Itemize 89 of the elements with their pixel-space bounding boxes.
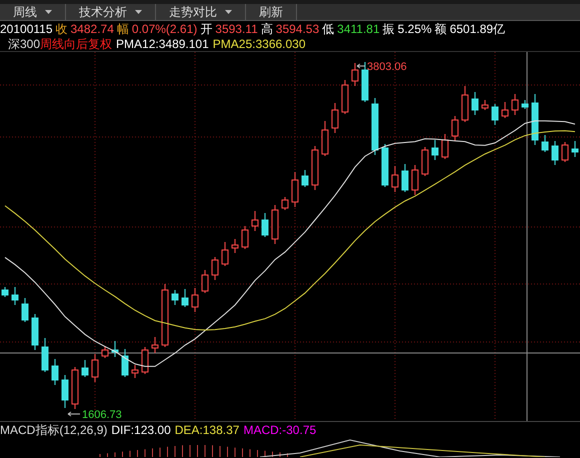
arrow-icon [68,412,80,416]
toolbar-button[interactable]: 走势对比 [156,4,246,20]
toolbar-button[interactable]: 周线 [0,4,66,20]
candlestick [542,134,548,152]
macd-title: MACD指标(12,26,9) [0,424,108,436]
candlestick [12,286,18,306]
candlestick [142,346,148,374]
quote-value: 6501.89亿 [450,23,506,35]
candlestick [322,120,328,156]
candlestick [332,102,338,134]
toolbar-button[interactable]: 刷新 [246,4,297,20]
candlestick [462,86,468,122]
candlestick [252,210,258,232]
candlestick [132,364,138,378]
candlestick [472,92,478,116]
candlestick [242,226,248,250]
candlestick [22,298,28,322]
candlestick [172,290,178,306]
quote-value: 3411.81 [337,23,380,35]
candlestick [392,166,398,192]
candlestick [212,256,218,280]
candlestick [352,62,358,86]
candlestick [162,284,168,348]
candlestick [442,134,448,160]
arrow-icon [356,64,366,68]
candlestick [112,340,118,358]
candlestick [92,354,98,382]
quote-value: 5.25% [398,23,432,35]
candlestick [262,212,268,238]
quote-label: 高 [260,23,273,35]
macd-value: DIF:123.00 [111,424,171,436]
candlestick [182,288,188,308]
candlestick [552,140,558,166]
quote-label: 额 [434,23,447,35]
candlestick [42,338,48,372]
candlestick [512,94,518,116]
candlestick [382,144,388,188]
candlestick [452,116,458,142]
candlestick [82,360,88,378]
candlestick [192,288,198,312]
candlestick [202,270,208,294]
candlestick [282,196,288,210]
quote-value: 0.07%(2.61) [132,23,198,35]
candlestick [492,104,498,126]
candlestick [2,286,8,298]
high-price-label: 3803.06 [367,61,407,73]
candlestick [572,140,578,158]
candlestick [372,98,378,156]
candlestick [432,140,438,160]
quote-label: 低 [322,23,334,35]
candlestick [232,238,238,254]
candlestick [522,100,528,110]
candlestick [222,242,228,266]
candlestick [272,204,278,244]
quote-value: 3594.53 [276,23,320,35]
candlestick [362,62,368,102]
candlestick [412,164,418,196]
quote-label: 幅 [116,23,129,35]
candlestick [502,102,508,118]
adjust-mode: 周线向后复权 [40,38,112,50]
quote-value: 3482.74 [70,23,114,35]
index-name: 深300 [8,38,40,50]
quote-label: 收 [56,23,68,35]
moving-average-value: PMA25:3366.030 [212,38,306,50]
candlestick [402,164,408,192]
candlestick [302,170,308,188]
candlestick [482,100,488,110]
candlestick [422,146,428,176]
candlestick [72,366,78,410]
candlestick [532,94,538,146]
candlestick [342,80,348,114]
low-price-label: 1606.73 [82,409,122,421]
quote-label: 振 [382,23,395,35]
quote-value: 3593.11 [215,23,258,35]
moving-average-value: PMA12:3489.101 [116,38,209,50]
quote-label: 开 [200,23,212,35]
quote-date: 20100115 [0,23,52,35]
macd-value: MACD:-30.75 [243,424,316,436]
candlestick [62,374,68,408]
candlestick [52,358,58,386]
candlestick [562,142,568,162]
candlestick [122,348,128,378]
candlestick [152,336,158,354]
candlestick [102,346,108,358]
macd-value: DEA:138.37 [174,424,240,436]
candlestick [32,314,38,350]
candlestick [292,172,298,208]
candlestick [312,146,318,190]
toolbar-button[interactable]: 技术分析 [66,4,156,20]
